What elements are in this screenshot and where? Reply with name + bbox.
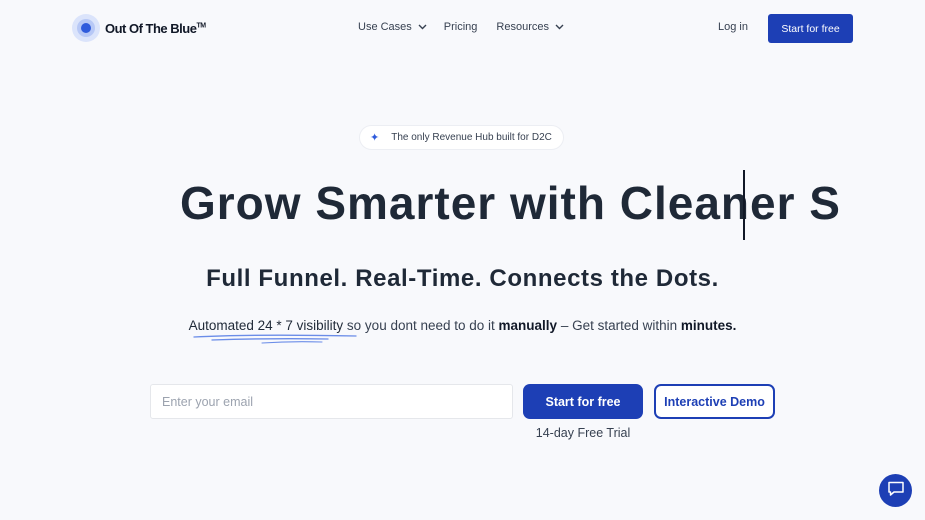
tagline-bold-manually: manually xyxy=(498,318,558,333)
free-trial-note: 14-day Free Trial xyxy=(535,426,631,440)
tagline-middle: so you dont need to do it xyxy=(343,318,499,333)
nav-use-cases-label: Use Cases xyxy=(358,21,412,33)
start-free-button[interactable]: Start for free xyxy=(523,384,643,419)
underline-scribble xyxy=(193,334,357,344)
hero-subhead: Full Funnel. Real-Time. Connects the Dot… xyxy=(206,265,719,292)
email-input[interactable] xyxy=(150,384,513,419)
chevron-down-icon xyxy=(418,24,427,30)
main-nav: Use Cases Pricing Resources xyxy=(358,21,564,33)
login-link[interactable]: Log in xyxy=(718,21,748,33)
tagline-middle-2: – Get started within xyxy=(557,318,681,333)
typing-cursor xyxy=(743,170,745,240)
nav-start-free-button[interactable]: Start for free xyxy=(768,14,853,43)
brand-name: Out Of The Blue xyxy=(105,20,197,36)
sparkle-icon: ✦ xyxy=(370,132,380,144)
nav-resources-label: Resources xyxy=(496,21,549,33)
hero-headline: Grow Smarter with Cleaner S xyxy=(180,177,841,229)
nav-resources[interactable]: Resources xyxy=(496,21,564,33)
interactive-demo-button[interactable]: Interactive Demo xyxy=(654,384,775,419)
hero-tagline: Automated 24 * 7 visibility so you dont … xyxy=(0,318,925,333)
chat-icon xyxy=(887,480,905,502)
nav-use-cases[interactable]: Use Cases xyxy=(358,21,427,33)
tagline-bold-minutes: minutes. xyxy=(680,318,737,333)
nav-pricing[interactable]: Pricing xyxy=(444,21,478,33)
logo-icon xyxy=(72,14,100,42)
tagline-highlight: Automated 24 * 7 visibility xyxy=(188,318,344,333)
brand-logo[interactable]: Out Of The BlueTM xyxy=(72,14,206,42)
trademark: TM xyxy=(196,22,206,30)
hero-badge: ✦ The only Revenue Hub built for D2C xyxy=(359,125,564,150)
chevron-down-icon xyxy=(555,24,564,30)
badge-text: The only Revenue Hub built for D2C xyxy=(391,132,552,143)
nav-pricing-label: Pricing xyxy=(443,21,478,33)
chat-button[interactable] xyxy=(879,474,912,507)
